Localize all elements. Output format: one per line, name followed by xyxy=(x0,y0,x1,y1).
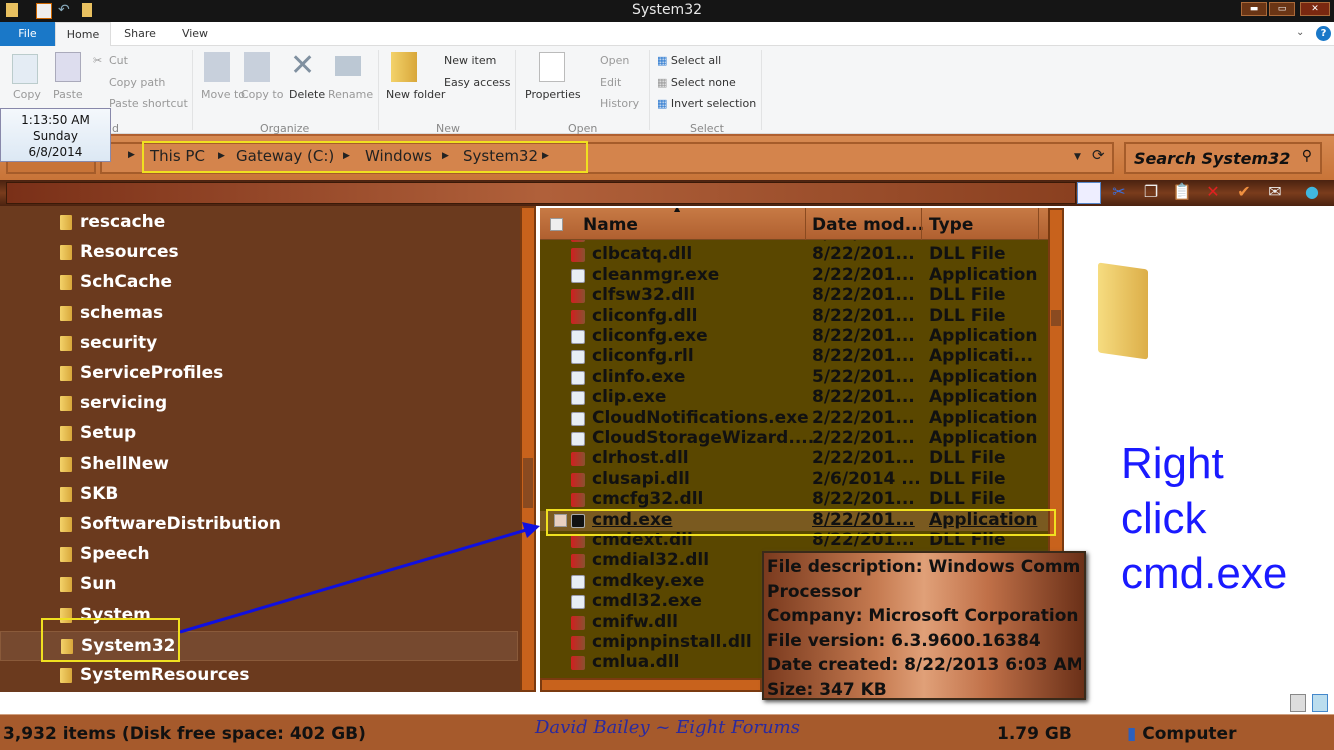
large-icons-view-button[interactable] xyxy=(1312,694,1328,712)
details-view-button[interactable] xyxy=(1290,694,1306,712)
arrow-head xyxy=(522,522,540,538)
selection-size: 1.79 GB xyxy=(997,724,1072,744)
clock-popup: 1:13:50 AM Sunday 6/8/2014 xyxy=(0,108,111,162)
arrow-line xyxy=(179,528,527,634)
file-info-tooltip: File description: Windows Command Proces… xyxy=(762,551,1086,700)
computer-icon: ▮ xyxy=(1127,724,1137,744)
system32-highlight-box xyxy=(41,618,180,662)
signature: David Bailey ~ Eight Forums xyxy=(535,717,800,738)
item-count: 3,932 items (Disk free space: 402 GB) xyxy=(3,724,366,744)
status-bar: 3,932 items (Disk free space: 402 GB) Da… xyxy=(0,714,1334,750)
location: ▮ Computer xyxy=(1127,724,1237,744)
annotation-arrow xyxy=(41,522,540,662)
